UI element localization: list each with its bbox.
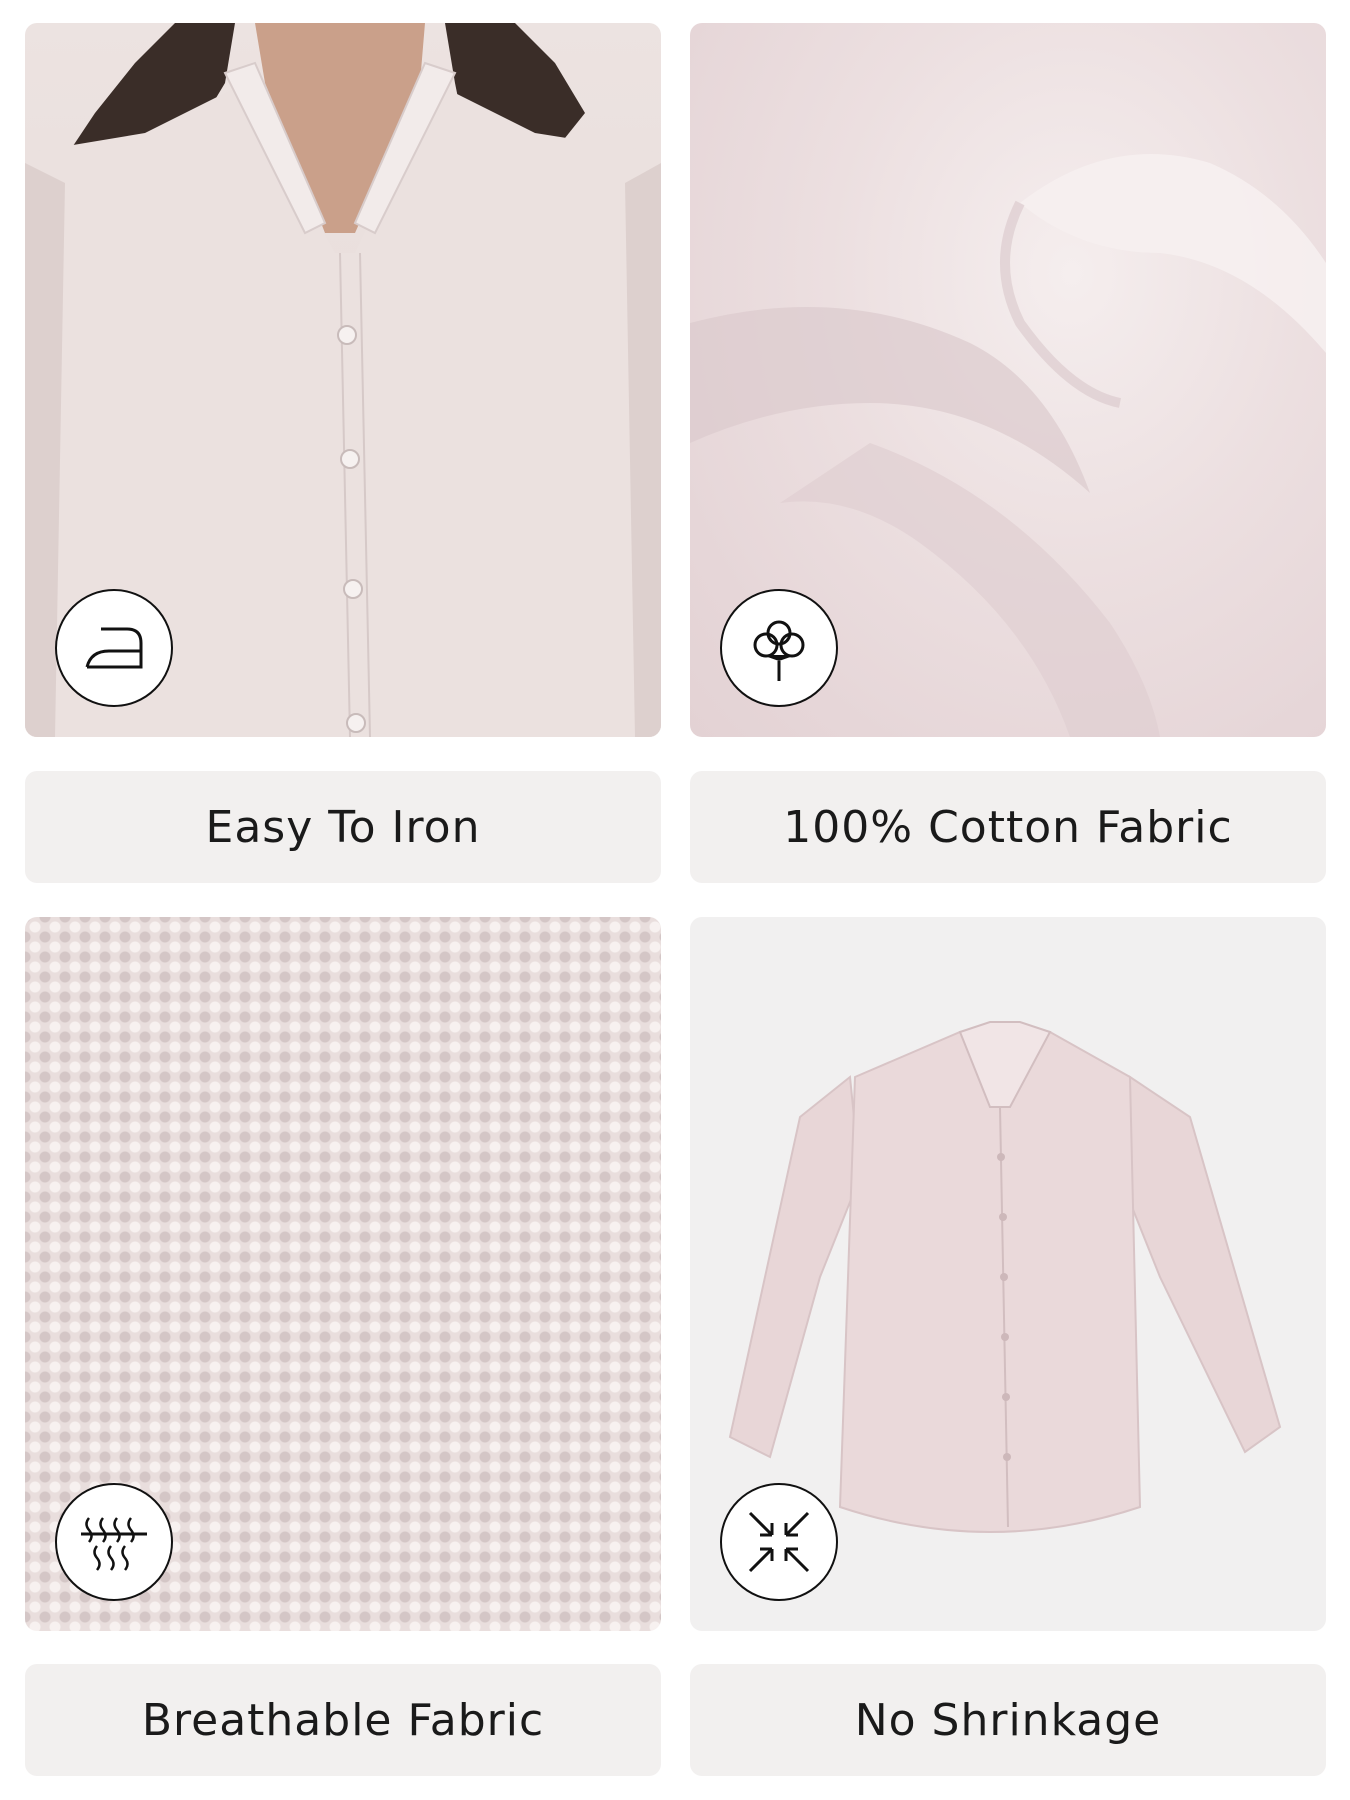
feature-text: 100% Cotton Fabric (783, 801, 1233, 853)
feature-label-easy-to-iron: Easy To Iron (25, 771, 661, 883)
feature-text: Breathable Fabric (141, 1694, 545, 1746)
model-photo (25, 23, 661, 737)
cotton-flower-icon (720, 589, 838, 707)
breathable-icon (55, 1483, 173, 1601)
weave-texture-photo (25, 917, 661, 1631)
feature-label-no-shrinkage: No Shrinkage (690, 1664, 1326, 1776)
iron-icon (55, 589, 173, 707)
no-shrinkage-icon (720, 1483, 838, 1601)
feature-label-cotton: 100% Cotton Fabric (690, 771, 1326, 883)
fabric-closeup-photo (690, 23, 1326, 737)
product-flat-photo (690, 917, 1326, 1631)
feature-label-breathable: Breathable Fabric (25, 1664, 661, 1776)
feature-text: No Shrinkage (854, 1694, 1162, 1746)
feature-text: Easy To Iron (205, 801, 481, 853)
